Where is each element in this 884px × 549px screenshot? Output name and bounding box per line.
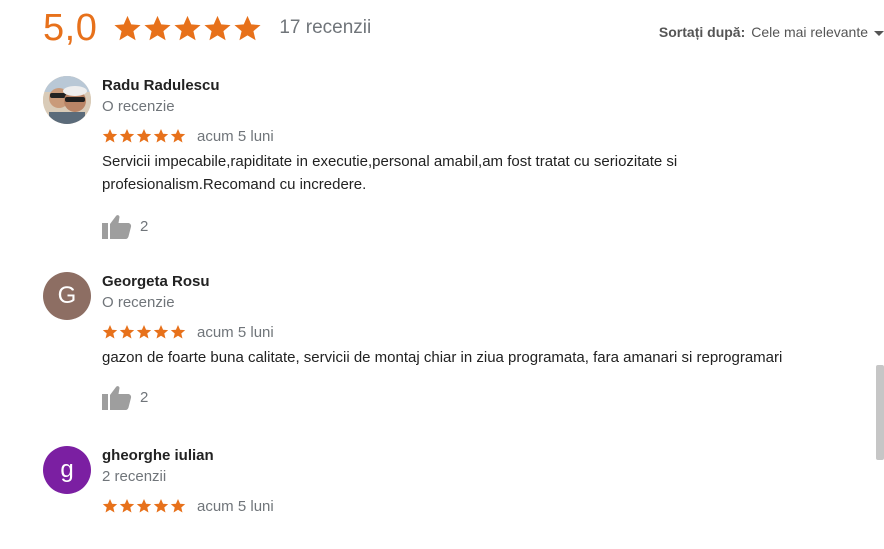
sort-label: Sortați după: xyxy=(658,24,746,40)
star-icon xyxy=(143,14,172,43)
star-icon xyxy=(170,128,186,144)
reviewer-review-count: 2 recenzii xyxy=(102,468,167,485)
review-text-line: profesionalism.Recomand cu incredere. xyxy=(102,176,367,193)
review-time: acum 5 luni xyxy=(197,497,274,515)
review-time: acum 5 luni xyxy=(197,127,274,145)
review-text-line: Servicii impecabile,rapiditate in execut… xyxy=(102,153,678,170)
sort-dropdown[interactable]: Sortați după: Cele mai relevante xyxy=(659,24,884,40)
like-button[interactable]: 2 xyxy=(102,213,863,239)
star-icon xyxy=(203,14,232,43)
reviewer-review-count: O recenzie xyxy=(102,98,175,115)
caret-down-icon[interactable] xyxy=(874,30,884,36)
reviewer-review-count: O recenzie xyxy=(102,294,175,311)
review-stars xyxy=(102,128,187,144)
thumbs-up-icon[interactable] xyxy=(102,384,132,410)
review-text-line: gazon de foarte buna calitate, servicii … xyxy=(102,349,783,366)
scrollbar-thumb[interactable] xyxy=(876,365,884,460)
like-count: 2 xyxy=(140,217,149,235)
star-icon xyxy=(153,324,169,340)
reviewer-name[interactable]: Radu Radulescu xyxy=(102,76,863,96)
star-icon xyxy=(173,14,202,43)
star-icon xyxy=(170,324,186,340)
star-icon xyxy=(136,324,152,340)
user-photo-avatar xyxy=(43,76,91,124)
avatar[interactable]: G xyxy=(43,272,91,320)
review-stars xyxy=(102,498,187,514)
star-icon xyxy=(119,324,135,340)
reviewer-name[interactable]: Georgeta Rosu xyxy=(102,272,863,292)
review-count: 17 recenzii xyxy=(279,17,372,38)
avatar-letter: g xyxy=(60,456,74,483)
star-icon xyxy=(102,324,118,340)
star-icon xyxy=(119,128,135,144)
star-icon xyxy=(102,498,118,514)
review-text: Servicii impecabile,rapiditate in execut… xyxy=(102,150,863,196)
average-rating: 5,0 xyxy=(43,7,98,49)
review-text: gazon de foarte buna calitate, servicii … xyxy=(102,346,863,369)
star-icon xyxy=(119,498,135,514)
star-icon xyxy=(136,128,152,144)
like-count: 2 xyxy=(140,388,149,406)
thumbs-up-icon[interactable] xyxy=(102,213,132,239)
avatar-letter: G xyxy=(57,282,77,309)
review-time: acum 5 luni xyxy=(197,323,274,341)
reviewer-name[interactable]: gheorghe iulian xyxy=(102,446,863,466)
star-icon xyxy=(153,498,169,514)
rating-stars xyxy=(113,14,263,43)
review-stars xyxy=(102,324,187,340)
star-icon xyxy=(233,14,262,43)
star-icon xyxy=(113,14,142,43)
avatar[interactable]: g xyxy=(43,446,91,494)
star-icon xyxy=(170,498,186,514)
avatar[interactable] xyxy=(43,76,91,124)
rating-summary: 5,0 17 recenzii xyxy=(43,6,371,50)
sort-value[interactable]: Cele mai relevante xyxy=(751,24,868,40)
like-button[interactable]: 2 xyxy=(102,384,863,410)
star-icon xyxy=(102,128,118,144)
star-icon xyxy=(136,498,152,514)
star-icon xyxy=(153,128,169,144)
